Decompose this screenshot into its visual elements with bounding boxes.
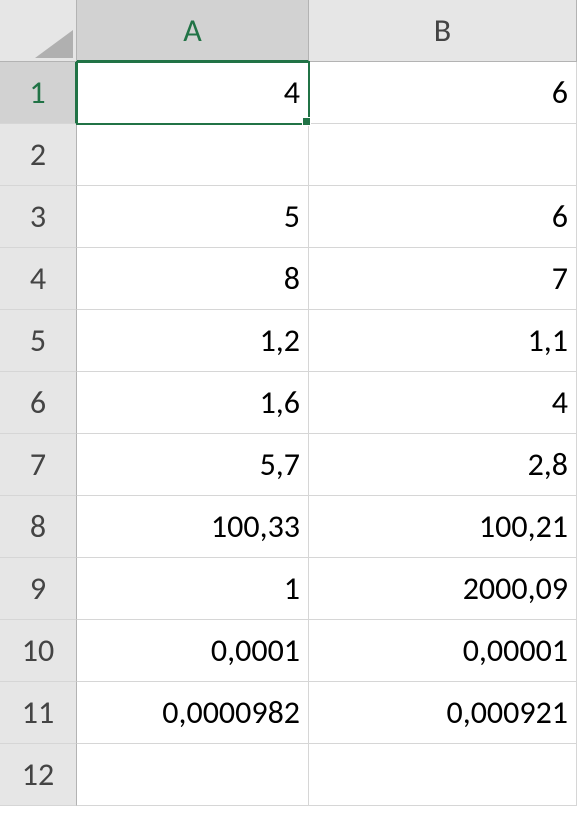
- row-header-6[interactable]: 6: [0, 372, 77, 434]
- cell-B1[interactable]: 6: [309, 62, 577, 124]
- cell-A7[interactable]: 5,7: [77, 434, 309, 496]
- col-header-A[interactable]: A: [77, 0, 309, 62]
- row-header-11[interactable]: 11: [0, 682, 77, 744]
- row-header-8[interactable]: 8: [0, 496, 77, 558]
- cell-A6[interactable]: 1,6: [77, 372, 309, 434]
- row-header-5[interactable]: 5: [0, 310, 77, 372]
- select-all-triangle-icon: [35, 30, 73, 58]
- cell-B5[interactable]: 1,1: [309, 310, 577, 372]
- cell-B4[interactable]: 7: [309, 248, 577, 310]
- row-header-10[interactable]: 10: [0, 620, 77, 682]
- spreadsheet-grid: AB146235648751,21,161,6475,72,88100,3310…: [0, 0, 577, 806]
- col-header-B[interactable]: B: [309, 0, 577, 62]
- cell-A12[interactable]: [77, 744, 309, 806]
- cell-A5[interactable]: 1,2: [77, 310, 309, 372]
- row-header-9[interactable]: 9: [0, 558, 77, 620]
- row-header-7[interactable]: 7: [0, 434, 77, 496]
- cell-A1[interactable]: 4: [77, 62, 309, 124]
- cell-A2[interactable]: [77, 124, 309, 186]
- cell-A3[interactable]: 5: [77, 186, 309, 248]
- cell-B6[interactable]: 4: [309, 372, 577, 434]
- row-header-4[interactable]: 4: [0, 248, 77, 310]
- cell-A8[interactable]: 100,33: [77, 496, 309, 558]
- row-header-1[interactable]: 1: [0, 62, 77, 124]
- row-header-12[interactable]: 12: [0, 744, 77, 806]
- select-all-corner[interactable]: [0, 0, 77, 62]
- cell-A9[interactable]: 1: [77, 558, 309, 620]
- cell-B10[interactable]: 0,00001: [309, 620, 577, 682]
- cell-A4[interactable]: 8: [77, 248, 309, 310]
- cell-B11[interactable]: 0,000921: [309, 682, 577, 744]
- row-header-3[interactable]: 3: [0, 186, 77, 248]
- cell-A10[interactable]: 0,0001: [77, 620, 309, 682]
- cell-B3[interactable]: 6: [309, 186, 577, 248]
- cell-B9[interactable]: 2000,09: [309, 558, 577, 620]
- cell-B12[interactable]: [309, 744, 577, 806]
- cell-B2[interactable]: [309, 124, 577, 186]
- row-header-2[interactable]: 2: [0, 124, 77, 186]
- cell-A11[interactable]: 0,0000982: [77, 682, 309, 744]
- cell-B7[interactable]: 2,8: [309, 434, 577, 496]
- cell-B8[interactable]: 100,21: [309, 496, 577, 558]
